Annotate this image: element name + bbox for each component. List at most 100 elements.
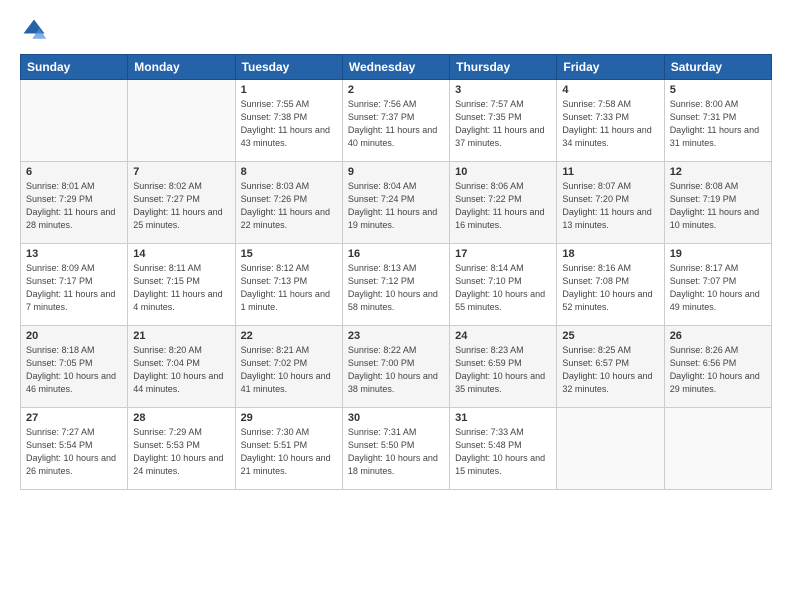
- header: [20, 16, 772, 44]
- day-number: 14: [133, 248, 229, 260]
- day-info: Sunrise: 7:55 AMSunset: 7:38 PMDaylight:…: [241, 98, 337, 150]
- calendar-cell: 30 Sunrise: 7:31 AMSunset: 5:50 PMDayligh…: [342, 408, 449, 490]
- calendar-cell: 28Sunrise: 7:29 AMSunset: 5:53 PMDayligh…: [128, 408, 235, 490]
- calendar-cell: 7 Sunrise: 8:02 AMSunset: 7:27 PMDaylight…: [128, 162, 235, 244]
- weekday-header: Sunday: [21, 55, 128, 80]
- calendar-week-row: 13 Sunrise: 8:09 AMSunset: 7:17 PMDayligh…: [21, 244, 772, 326]
- day-number: 17: [455, 248, 551, 260]
- calendar-cell: 8 Sunrise: 8:03 AMSunset: 7:26 PMDaylight…: [235, 162, 342, 244]
- day-info: Sunrise: 7:57 AMSunset: 7:35 PMDaylight:…: [455, 98, 551, 150]
- day-number: 15: [241, 248, 337, 260]
- day-number: 13: [26, 248, 122, 260]
- day-info: Sunrise: 8:14 AMSunset: 7:10 PMDaylight:…: [455, 262, 551, 314]
- day-number: 4: [562, 84, 658, 96]
- calendar-cell: 18Sunrise: 8:16 AMSunset: 7:08 PMDayligh…: [557, 244, 664, 326]
- calendar-cell: 31Sunrise: 7:33 AMSunset: 5:48 PMDayligh…: [450, 408, 557, 490]
- day-number: 2: [348, 84, 444, 96]
- weekday-header: Friday: [557, 55, 664, 80]
- day-info: Sunrise: 8:09 AMSunset: 7:17 PMDaylight:…: [26, 262, 122, 314]
- day-info: Sunrise: 8:23 AMSunset: 6:59 PMDaylight:…: [455, 344, 551, 396]
- day-number: 25: [562, 330, 658, 342]
- day-info: Sunrise: 8:07 AMSunset: 7:20 PMDaylight:…: [562, 180, 658, 232]
- day-info: Sunrise: 8:22 AMSunset: 7:00 PMDaylight:…: [348, 344, 444, 396]
- day-info: Sunrise: 8:03 AMSunset: 7:26 PMDaylight:…: [241, 180, 337, 232]
- weekday-header: Monday: [128, 55, 235, 80]
- calendar-cell: 14Sunrise: 8:11 AMSunset: 7:15 PMDayligh…: [128, 244, 235, 326]
- calendar-cell: 22 Sunrise: 8:21 AMSunset: 7:02 PMDayligh…: [235, 326, 342, 408]
- day-number: 29: [241, 412, 337, 424]
- day-info: Sunrise: 8:04 AMSunset: 7:24 PMDaylight:…: [348, 180, 444, 232]
- day-number: 21: [133, 330, 229, 342]
- day-info: Sunrise: 7:31 AMSunset: 5:50 PMDaylight:…: [348, 426, 444, 478]
- calendar-cell: [21, 80, 128, 162]
- calendar-cell: 12 Sunrise: 8:08 AMSunset: 7:19 PMDayligh…: [664, 162, 771, 244]
- calendar-cell: 13 Sunrise: 8:09 AMSunset: 7:17 PMDayligh…: [21, 244, 128, 326]
- calendar-cell: 29 Sunrise: 7:30 AMSunset: 5:51 PMDayligh…: [235, 408, 342, 490]
- day-info: Sunrise: 8:21 AMSunset: 7:02 PMDaylight:…: [241, 344, 337, 396]
- calendar-cell: 6 Sunrise: 8:01 AMSunset: 7:29 PMDaylight…: [21, 162, 128, 244]
- day-number: 1: [241, 84, 337, 96]
- day-number: 30: [348, 412, 444, 424]
- day-info: Sunrise: 7:29 AMSunset: 5:53 PMDaylight:…: [133, 426, 229, 478]
- day-number: 9: [348, 166, 444, 178]
- calendar-cell: [128, 80, 235, 162]
- calendar-week-row: 20 Sunrise: 8:18 AMSunset: 7:05 PMDayligh…: [21, 326, 772, 408]
- day-info: Sunrise: 7:33 AMSunset: 5:48 PMDaylight:…: [455, 426, 551, 478]
- day-number: 7: [133, 166, 229, 178]
- calendar-cell: 15Sunrise: 8:12 AMSunset: 7:13 PMDayligh…: [235, 244, 342, 326]
- day-number: 20: [26, 330, 122, 342]
- calendar-week-row: 27 Sunrise: 7:27 AMSunset: 5:54 PMDayligh…: [21, 408, 772, 490]
- calendar-cell: 26 Sunrise: 8:26 AMSunset: 6:56 PMDayligh…: [664, 326, 771, 408]
- calendar-cell: 27 Sunrise: 7:27 AMSunset: 5:54 PMDayligh…: [21, 408, 128, 490]
- calendar-cell: 23 Sunrise: 8:22 AMSunset: 7:00 PMDayligh…: [342, 326, 449, 408]
- day-number: 6: [26, 166, 122, 178]
- day-number: 18: [562, 248, 658, 260]
- day-info: Sunrise: 7:56 AMSunset: 7:37 PMDaylight:…: [348, 98, 444, 150]
- calendar-cell: 25Sunrise: 8:25 AMSunset: 6:57 PMDayligh…: [557, 326, 664, 408]
- day-number: 11: [562, 166, 658, 178]
- calendar-cell: 4 Sunrise: 7:58 AMSunset: 7:33 PMDaylight…: [557, 80, 664, 162]
- day-number: 24: [455, 330, 551, 342]
- logo: [20, 16, 52, 44]
- calendar-cell: [664, 408, 771, 490]
- calendar-week-row: 6 Sunrise: 8:01 AMSunset: 7:29 PMDaylight…: [21, 162, 772, 244]
- weekday-header-row: SundayMondayTuesdayWednesdayThursdayFrid…: [21, 55, 772, 80]
- calendar-cell: 1 Sunrise: 7:55 AMSunset: 7:38 PMDaylight…: [235, 80, 342, 162]
- calendar-week-row: 1 Sunrise: 7:55 AMSunset: 7:38 PMDaylight…: [21, 80, 772, 162]
- calendar-cell: 20 Sunrise: 8:18 AMSunset: 7:05 PMDayligh…: [21, 326, 128, 408]
- day-number: 10: [455, 166, 551, 178]
- day-info: Sunrise: 8:06 AMSunset: 7:22 PMDaylight:…: [455, 180, 551, 232]
- calendar-cell: [557, 408, 664, 490]
- weekday-header: Thursday: [450, 55, 557, 80]
- day-info: Sunrise: 7:30 AMSunset: 5:51 PMDaylight:…: [241, 426, 337, 478]
- calendar-cell: 17 Sunrise: 8:14 AMSunset: 7:10 PMDayligh…: [450, 244, 557, 326]
- day-info: Sunrise: 8:02 AMSunset: 7:27 PMDaylight:…: [133, 180, 229, 232]
- day-number: 23: [348, 330, 444, 342]
- calendar-cell: 21Sunrise: 8:20 AMSunset: 7:04 PMDayligh…: [128, 326, 235, 408]
- day-info: Sunrise: 8:18 AMSunset: 7:05 PMDaylight:…: [26, 344, 122, 396]
- weekday-header: Saturday: [664, 55, 771, 80]
- day-info: Sunrise: 8:26 AMSunset: 6:56 PMDaylight:…: [670, 344, 766, 396]
- day-number: 8: [241, 166, 337, 178]
- calendar-table: SundayMondayTuesdayWednesdayThursdayFrid…: [20, 54, 772, 490]
- calendar-cell: 3Sunrise: 7:57 AMSunset: 7:35 PMDaylight…: [450, 80, 557, 162]
- calendar-cell: 11 Sunrise: 8:07 AMSunset: 7:20 PMDayligh…: [557, 162, 664, 244]
- day-number: 27: [26, 412, 122, 424]
- day-info: Sunrise: 8:17 AMSunset: 7:07 PMDaylight:…: [670, 262, 766, 314]
- day-info: Sunrise: 8:08 AMSunset: 7:19 PMDaylight:…: [670, 180, 766, 232]
- day-info: Sunrise: 8:13 AMSunset: 7:12 PMDaylight:…: [348, 262, 444, 314]
- day-info: Sunrise: 8:00 AMSunset: 7:31 PMDaylight:…: [670, 98, 766, 150]
- weekday-header: Wednesday: [342, 55, 449, 80]
- day-number: 22: [241, 330, 337, 342]
- day-info: Sunrise: 7:58 AMSunset: 7:33 PMDaylight:…: [562, 98, 658, 150]
- day-number: 16: [348, 248, 444, 260]
- day-number: 26: [670, 330, 766, 342]
- calendar-page: SundayMondayTuesdayWednesdayThursdayFrid…: [0, 0, 792, 612]
- day-info: Sunrise: 8:01 AMSunset: 7:29 PMDaylight:…: [26, 180, 122, 232]
- calendar-cell: 19 Sunrise: 8:17 AMSunset: 7:07 PMDayligh…: [664, 244, 771, 326]
- calendar-cell: 2 Sunrise: 7:56 AMSunset: 7:37 PMDaylight…: [342, 80, 449, 162]
- day-number: 12: [670, 166, 766, 178]
- day-number: 19: [670, 248, 766, 260]
- day-info: Sunrise: 7:27 AMSunset: 5:54 PMDaylight:…: [26, 426, 122, 478]
- day-number: 5: [670, 84, 766, 96]
